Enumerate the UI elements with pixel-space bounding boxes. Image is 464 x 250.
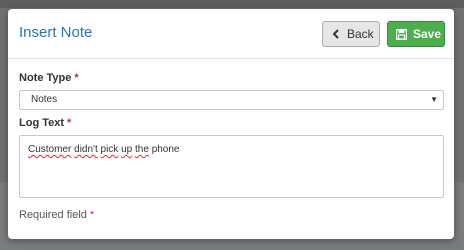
note-type-selected-value: Notes [31,94,58,105]
required-marker: * [89,209,95,221]
log-text-word: pick [100,144,119,155]
required-marker: * [67,117,72,129]
required-marker: * [74,72,79,84]
chevron-left-icon [331,28,341,40]
backdrop-top [0,0,464,8]
back-button-label: Back [347,27,374,41]
log-text-word: didn't [74,144,98,155]
save-button-label: Save [413,27,442,41]
save-button[interactable]: Save [387,21,445,47]
modal-header: Insert Note Back Save [8,9,454,59]
modal-title: Insert Note [19,24,93,41]
required-field-note: Required field * [19,209,95,221]
log-text-word: Customer [28,144,72,155]
note-type-label: Note Type * [19,72,79,84]
log-text-word: up [121,144,133,155]
insert-note-modal: Insert Note Back Save Note Type * Notes … [8,9,454,239]
back-button[interactable]: Back [322,21,380,47]
caret-down-icon: ▼ [430,95,438,104]
log-text-word: phone [151,144,180,155]
log-text-label: Log Text * [19,117,72,129]
log-text-textarea[interactable]: Customer didn't pick up the phone [19,135,444,198]
floppy-disk-icon [396,28,407,40]
note-type-select[interactable]: Notes ▼ [19,90,444,110]
log-text-word: the [135,144,149,155]
